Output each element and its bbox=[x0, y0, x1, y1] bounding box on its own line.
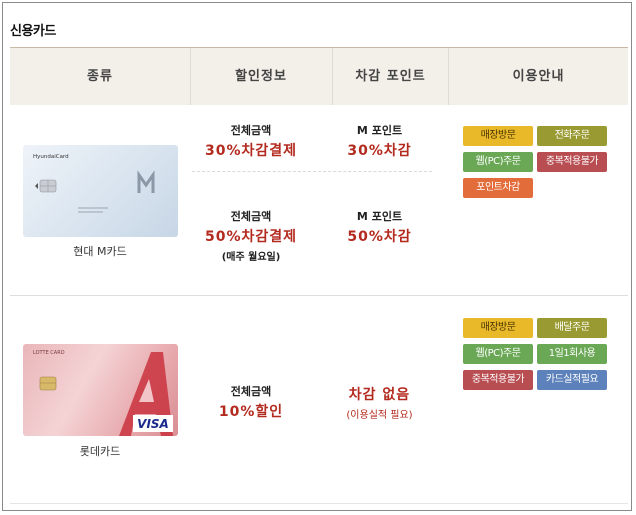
badge-phone-order: 전화주문 bbox=[537, 126, 607, 146]
card-brand-text: HyundaiCard bbox=[33, 154, 69, 160]
points-2: M 포인트 50%차감 bbox=[312, 208, 447, 246]
offer-2: 전체금액 50%차감결제 (매주 월요일) bbox=[181, 208, 321, 263]
badge-store-visit: 매장방문 bbox=[463, 318, 533, 338]
visa-logo-text: VISA bbox=[137, 417, 169, 431]
points-label: M 포인트 bbox=[356, 210, 403, 223]
badge-no-duplicate: 중복적용불가 bbox=[463, 370, 533, 390]
points-value: 차감 없음 bbox=[348, 387, 411, 403]
badge-once-daily: 1일1회사용 bbox=[537, 344, 607, 364]
badge-store-visit: 매장방문 bbox=[463, 126, 533, 146]
points-label: M 포인트 bbox=[356, 124, 403, 137]
offer-1: 전체금액 30%차감결제 bbox=[181, 122, 321, 160]
points-value: 50%차감 bbox=[347, 229, 412, 245]
offer-value: 10%할인 bbox=[218, 404, 284, 420]
lotte-card-image: LOTTE CARD VISA bbox=[23, 344, 178, 436]
badge-no-duplicate: 중복적용불가 bbox=[537, 152, 607, 172]
header-discount: 할인정보 bbox=[235, 69, 287, 84]
lotte-card-graphic: LOTTE CARD VISA bbox=[33, 350, 173, 436]
badge-card-performance: 카드실적필요 bbox=[537, 370, 607, 390]
points-value: 30%차감 bbox=[347, 143, 412, 159]
lotte-card-name: 롯데카드 bbox=[79, 445, 121, 458]
hyundai-m-card-graphic: HyundaiCard bbox=[33, 154, 155, 213]
offer-label: 전체금액 bbox=[230, 210, 272, 223]
badge-web-order: 웹(PC)주문 bbox=[463, 152, 533, 172]
card-brand-text: LOTTE CARD bbox=[33, 350, 65, 356]
hyundai-m-card-image: HyundaiCard bbox=[23, 145, 178, 237]
offer-note: (매주 월요일) bbox=[221, 252, 281, 263]
points-1: M 포인트 30%차감 bbox=[312, 122, 447, 160]
row-separator bbox=[10, 295, 628, 296]
offer-3: 전체금액 10%할인 bbox=[181, 383, 321, 421]
offer-label: 전체금액 bbox=[230, 385, 272, 398]
hyundai-m-card-name: 현대 M카드 bbox=[73, 245, 127, 258]
badge-point-deduct: 포인트차감 bbox=[463, 178, 533, 198]
header-points: 차감 포인트 bbox=[355, 69, 426, 84]
header-type: 종류 bbox=[87, 69, 113, 84]
offer-label: 전체금액 bbox=[230, 124, 272, 137]
offer-value: 50%차감결제 bbox=[204, 229, 298, 245]
offer-divider bbox=[192, 171, 432, 172]
badge-delivery-order: 배달주문 bbox=[537, 318, 607, 338]
table-header: 종류 할인정보 차감 포인트 이용안내 bbox=[10, 47, 628, 105]
section-title: 신용카드 bbox=[10, 24, 56, 39]
table-bottom-border bbox=[10, 503, 628, 504]
badge-web-order: 웹(PC)주문 bbox=[463, 344, 533, 364]
offer-value: 30%차감결제 bbox=[204, 143, 298, 159]
points-3: 차감 없음 (이용실적 필요) bbox=[312, 384, 447, 421]
points-note: (이용실적 필요) bbox=[346, 410, 413, 421]
header-usage: 이용안내 bbox=[512, 69, 565, 84]
